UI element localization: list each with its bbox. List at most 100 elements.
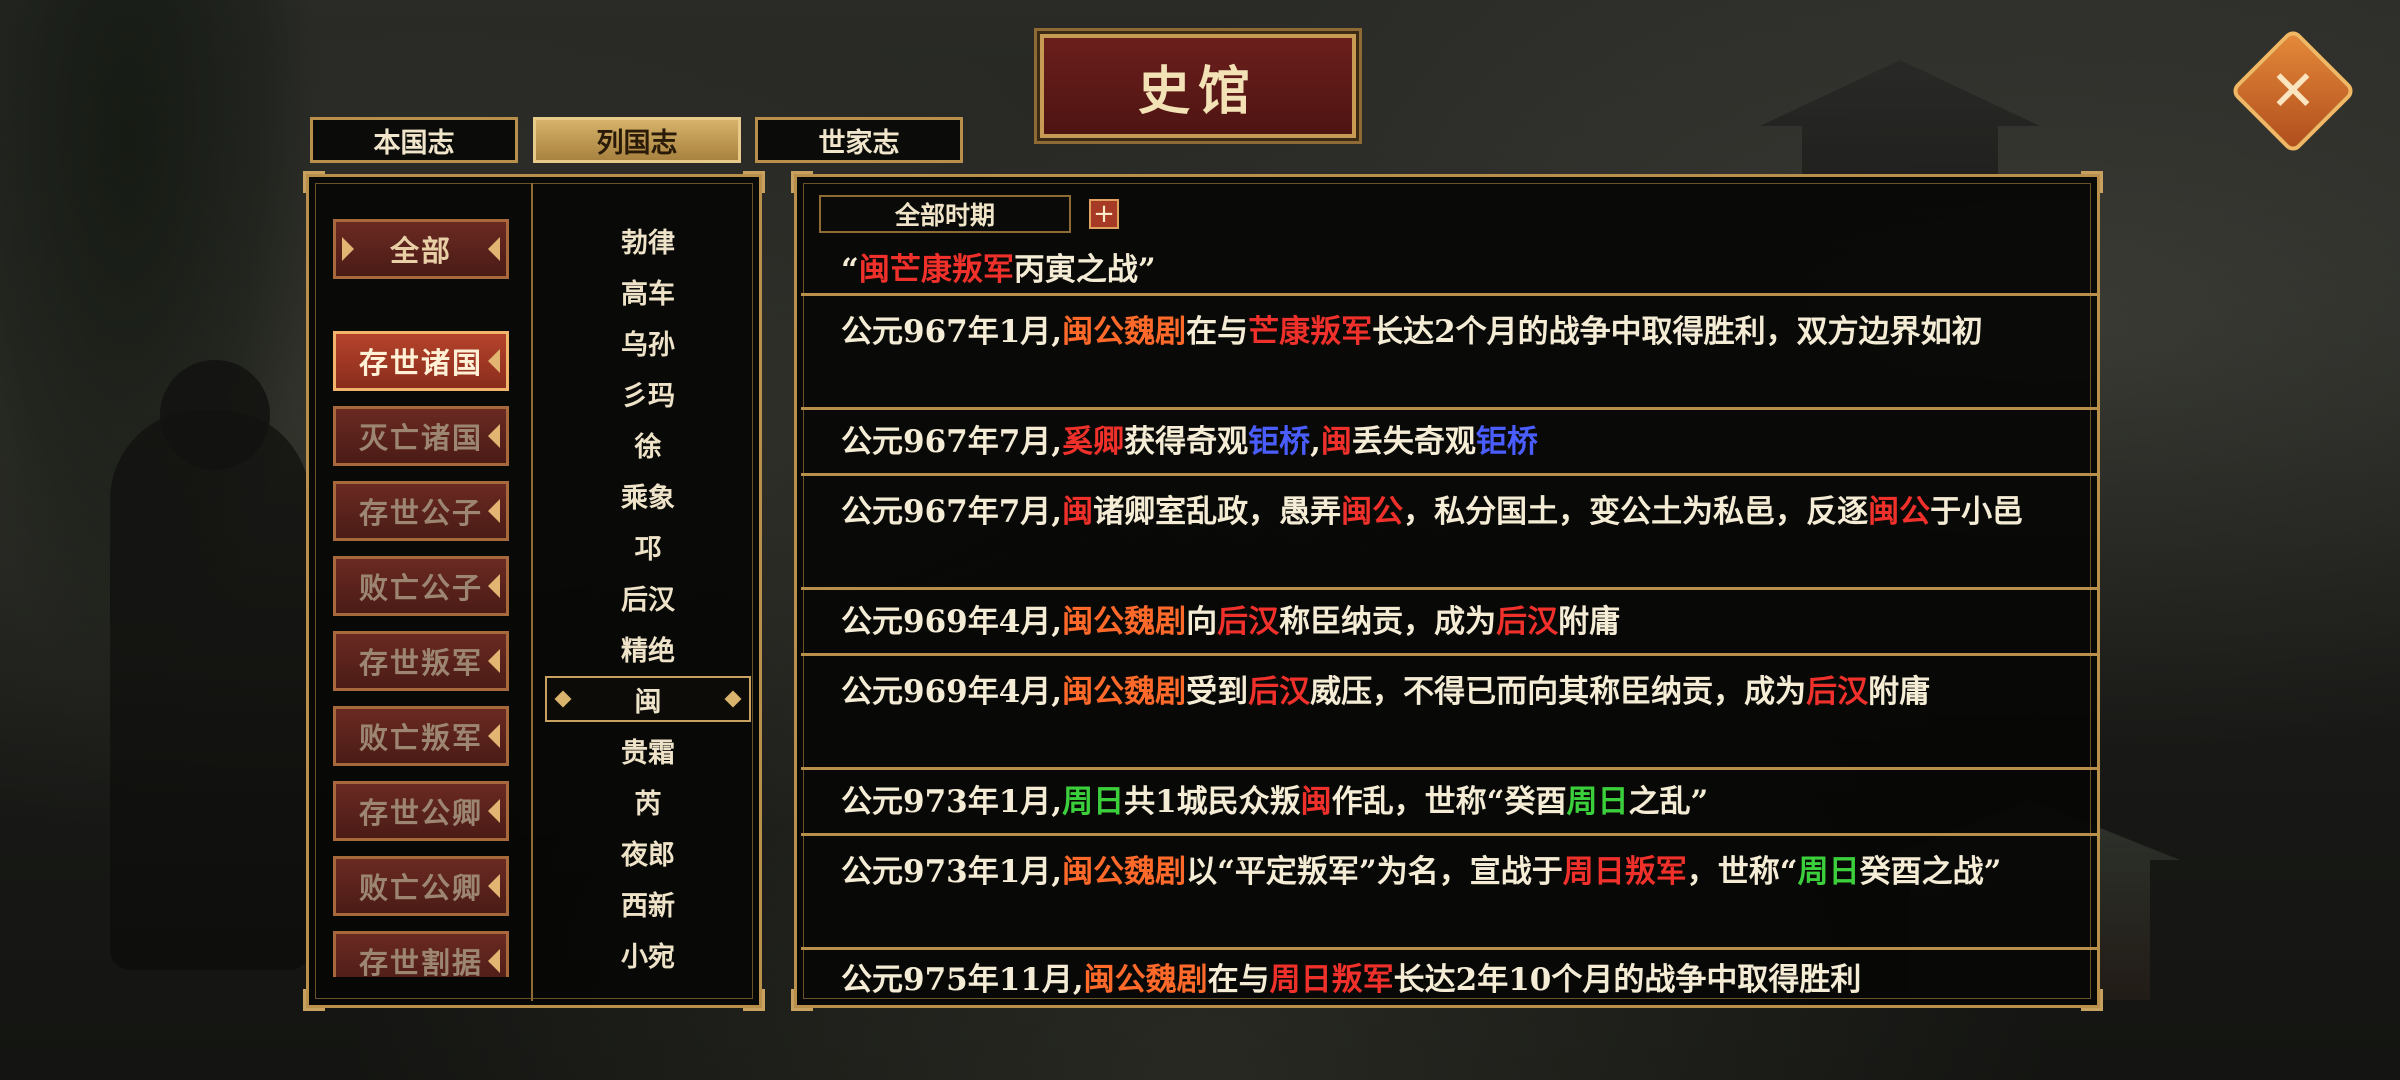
record-text: 共1城民众叛	[1124, 784, 1301, 820]
state-item[interactable]: 彡玛	[537, 370, 759, 416]
record-highlight-text[interactable]: 闽	[1321, 424, 1352, 460]
frame-corner	[743, 171, 765, 193]
arrow-right-icon	[488, 237, 500, 261]
state-item[interactable]: 芮	[537, 778, 759, 824]
record-highlight-text[interactable]: 周日	[1062, 784, 1124, 820]
record-text: 公元967年7月,	[841, 424, 1063, 460]
category-all-button[interactable]: 全部	[333, 219, 509, 279]
category-surviving-princes-button[interactable]: 存世公子	[333, 481, 509, 541]
record-highlight-text[interactable]: 钜桥	[1476, 424, 1538, 460]
record-text: 于小邑	[1930, 494, 2024, 530]
record-row: 公元975年11月,闽公魏剧在与周日叛军长达2年10个月的战争中取得胜利	[801, 947, 2097, 1005]
record-text: 公元973年1月,	[841, 784, 1063, 820]
state-item-label: 闽	[634, 686, 662, 718]
state-list[interactable]: 勃律 高车 乌孙 彡玛 徐 乘象 邛 后汉 精绝 闽 贵霜 芮 夜郎 西新 小宛	[537, 217, 759, 969]
state-item[interactable]: 贵霜	[537, 727, 759, 773]
record-highlight-text[interactable]: 闽公魏剧	[1062, 674, 1186, 710]
record-row: 公元967年7月,闽诸卿室乱政，愚弄闽公，私分国土，变公土为私邑，反逐闽公于小邑	[801, 473, 2097, 587]
record-highlight-text[interactable]: 后汉	[1217, 604, 1279, 640]
record-highlight-text[interactable]: 闽公魏剧	[1062, 604, 1186, 640]
category-label: 败亡公子	[358, 571, 483, 605]
state-item[interactable]: 高车	[537, 268, 759, 314]
category-label: 败亡公卿	[358, 871, 483, 905]
frame-corner	[2081, 171, 2103, 193]
record-highlight-text[interactable]: 钜桥	[1248, 424, 1310, 460]
record-text: 公元967年1月,	[841, 314, 1063, 350]
state-item-selected[interactable]: 闽	[545, 676, 751, 722]
record-highlight-text[interactable]: 芒康叛军	[1248, 314, 1372, 350]
record-text: 向	[1186, 604, 1218, 640]
category-surviving-warlords-button[interactable]: 存世割据	[333, 931, 509, 977]
category-surviving-states-button[interactable]: 存世诸国	[333, 331, 509, 391]
record-list[interactable]: “闽芒康叛军丙寅之战” 公元967年1月,闽公魏剧在与芒康叛军长达2个月的战争中…	[801, 247, 2097, 1005]
state-item[interactable]: 乌孙	[537, 319, 759, 365]
record-text: 癸酉之战”	[1859, 854, 2002, 890]
expand-filter-button[interactable]: +	[1089, 199, 1119, 229]
arrow-right-icon	[488, 424, 500, 448]
tab-shijiazhi[interactable]: 世家志	[755, 117, 963, 163]
record-text: 丢失奇观	[1351, 424, 1476, 460]
record-highlight-text[interactable]: 闽芒康叛军	[859, 252, 1014, 288]
category-label: 存世公卿	[358, 796, 483, 830]
state-item[interactable]: 西新	[537, 880, 759, 926]
record-highlight-text[interactable]: 后汉	[1248, 674, 1310, 710]
category-label: 存世诸国	[358, 346, 483, 380]
record-highlight-text[interactable]: 闽	[1062, 494, 1093, 530]
record-text: 公元969年4月,	[841, 604, 1063, 640]
record-highlight-text[interactable]: 周日叛军	[1563, 854, 1687, 890]
record-highlight-text[interactable]: 闽公魏剧	[1084, 962, 1208, 998]
arrow-right-icon	[488, 949, 500, 973]
frame-corner	[303, 989, 325, 1011]
record-highlight-text[interactable]: 周日	[1567, 784, 1629, 820]
record-highlight-text[interactable]: 周日叛军	[1270, 962, 1394, 998]
period-filter-select[interactable]: 全部时期	[819, 195, 1071, 233]
category-label: 存世叛军	[358, 646, 483, 680]
tab-benguozhi[interactable]: 本国志	[310, 117, 518, 163]
record-text: “	[841, 252, 859, 288]
frame-corner	[791, 171, 813, 193]
category-label: 全部	[389, 234, 452, 268]
record-text: 附庸	[1868, 674, 1931, 710]
record-highlight-text[interactable]: 后汉	[1806, 674, 1868, 710]
category-fallen-states-button[interactable]: 灭亡诸国	[333, 406, 509, 466]
category-fallen-rebels-button[interactable]: 败亡叛军	[333, 706, 509, 766]
arrow-left-icon	[342, 237, 354, 261]
state-item[interactable]: 夜郎	[537, 829, 759, 875]
category-surviving-ministers-button[interactable]: 存世公卿	[333, 781, 509, 841]
category-fallen-princes-button[interactable]: 败亡公子	[333, 556, 509, 616]
record-row: 公元969年4月,闽公魏剧受到后汉威压，不得已而向其称臣纳贡，成为后汉附庸	[801, 653, 2097, 767]
state-item[interactable]: 徐	[537, 421, 759, 467]
record-text: 公元975年11月,	[841, 962, 1084, 998]
state-item[interactable]: 小宛	[537, 931, 759, 970]
record-text: 公元967年7月,	[841, 494, 1063, 530]
category-surviving-rebels-button[interactable]: 存世叛军	[333, 631, 509, 691]
record-text: ，世称“	[1686, 854, 1798, 890]
record-highlight-text[interactable]: 闽公	[1868, 494, 1930, 530]
state-item[interactable]: 精绝	[537, 625, 759, 671]
arrow-right-icon	[488, 499, 500, 523]
record-highlight-text[interactable]: 奚卿	[1062, 424, 1124, 460]
record-highlight-text[interactable]: 周日	[1798, 854, 1860, 890]
diamond-icon	[724, 690, 742, 708]
record-highlight-text[interactable]: 闽	[1301, 784, 1332, 820]
arrow-right-icon	[488, 724, 500, 748]
state-item[interactable]: 后汉	[537, 574, 759, 620]
close-button[interactable]: ✕	[2229, 27, 2357, 155]
record-row: 公元967年7月,奚卿获得奇观钜桥,闽丢失奇观钜桥	[801, 407, 2097, 473]
record-highlight-text[interactable]: 闽公魏剧	[1062, 854, 1186, 890]
state-item[interactable]: 乘象	[537, 472, 759, 518]
state-item[interactable]: 邛	[537, 523, 759, 569]
record-highlight-text[interactable]: 后汉	[1496, 604, 1558, 640]
record-highlight-text[interactable]: 闽公魏剧	[1062, 314, 1186, 350]
category-list[interactable]: 全部 存世诸国 灭亡诸国 存世公子 败亡公子 存世叛军 败亡叛军 存世公卿 败亡…	[309, 177, 531, 977]
category-fallen-ministers-button[interactable]: 败亡公卿	[333, 856, 509, 916]
state-item[interactable]: 勃律	[537, 217, 759, 263]
record-text: 公元969年4月,	[841, 674, 1063, 710]
arrow-right-icon	[488, 349, 500, 373]
record-highlight-text[interactable]: 闽公	[1341, 494, 1403, 530]
tab-lieguozhi[interactable]: 列国志	[533, 117, 741, 163]
record-text: 获得奇观	[1124, 424, 1249, 460]
record-row: 公元973年1月,闽公魏剧以“平定叛军”为名，宣战于周日叛军，世称“周日癸酉之战…	[801, 833, 2097, 947]
record-text: 威压，不得已而向其称臣纳贡，成为	[1310, 674, 1807, 710]
history-panel: 全部时期 + “闽芒康叛军丙寅之战” 公元967年1月,闽公魏剧在与芒康叛军长达…	[791, 171, 2103, 1011]
